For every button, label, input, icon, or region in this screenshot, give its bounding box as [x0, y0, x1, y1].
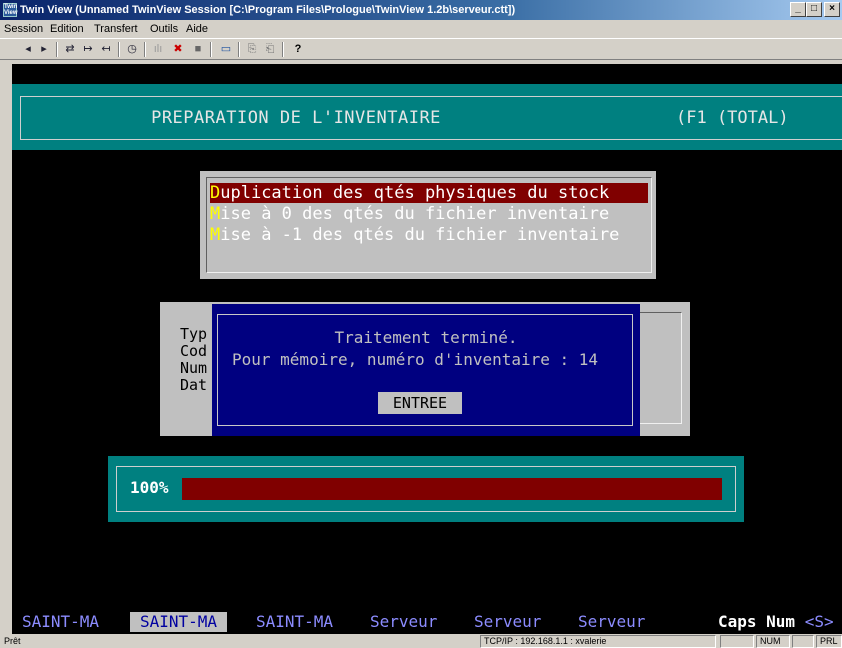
entree-button[interactable]: ENTREE: [378, 392, 462, 414]
status-ready: Prêt: [4, 636, 21, 646]
session-segment[interactable]: Serveur: [360, 612, 447, 632]
inventory-menu: Duplication des qtés physiques du stock …: [200, 171, 656, 279]
progress-panel: 100%: [108, 456, 744, 522]
header-band: PREPARATION DE L'INVENTAIRE (F1 (TOTAL): [12, 84, 842, 150]
caps-num-indicator: Caps Num <S>: [718, 612, 834, 632]
toolbar-separator: [118, 42, 120, 57]
send-icon[interactable]: ↦: [80, 42, 96, 57]
info-label-date: Dat: [180, 376, 208, 394]
menu-option-mise-a-minus-1[interactable]: Mise à -1 des qtés du fichier inventaire: [210, 225, 619, 245]
back-icon[interactable]: ◂: [20, 42, 36, 57]
menu-option-hotkey: M: [210, 225, 221, 245]
window-statusbar: Prêt TCP/IP : 192.168.1.1 : xvalerie NUM…: [0, 634, 842, 648]
progress-percent: 100%: [130, 478, 169, 497]
menu-session[interactable]: Session: [4, 20, 43, 38]
menu-option-mise-a-0[interactable]: Mise à 0 des qtés du fichier inventaire: [210, 204, 609, 224]
signal-icon[interactable]: ılı: [150, 42, 166, 57]
window-titlebar[interactable]: Twin View Twin View (Unnamed TwinView Se…: [0, 0, 842, 20]
caps-num-text: Caps Num: [718, 612, 796, 631]
menu-aide[interactable]: Aide: [186, 20, 208, 38]
minimize-button[interactable]: _: [790, 2, 806, 17]
status-prl: PRL: [816, 635, 842, 648]
terminal-screen[interactable]: PREPARATION DE L'INVENTAIRE (F1 (TOTAL) …: [12, 64, 842, 634]
toolbar-separator: [238, 42, 240, 57]
status-empty-2: [792, 635, 814, 648]
session-segment-active[interactable]: SAINT-MA: [130, 612, 228, 632]
menu-option-label: uplication des qtés physiques du stock: [220, 183, 610, 203]
page-title: PREPARATION DE L'INVENTAIRE: [151, 108, 441, 128]
info-panel-frame: [638, 312, 682, 424]
menu-transfert[interactable]: Transfert: [94, 20, 138, 38]
screen-icon[interactable]: ▭: [218, 42, 234, 57]
toolbar-separator: [144, 42, 146, 57]
toolbar-separator: [210, 42, 212, 57]
status-num: NUM: [756, 635, 790, 648]
copy-icon[interactable]: ⎘: [244, 42, 260, 57]
forward-icon[interactable]: ▸: [36, 42, 52, 57]
toolbar: ◂ ▸ ⇄ ↦ ↤ ◷ ılı ✖ ■ ▭ ⎘ ⎗ ?: [0, 38, 842, 60]
toolbar-separator: [56, 42, 58, 57]
dialog-message: Traitement terminé.: [334, 328, 518, 347]
menu-option-hotkey: M: [210, 204, 221, 224]
info-label-code: Cod: [180, 342, 208, 360]
receive-icon[interactable]: ↤: [98, 42, 114, 57]
progress-track: [182, 478, 722, 500]
session-segment[interactable]: SAINT-MA: [12, 612, 109, 632]
menu-option-label: ise à -1 des qtés du fichier inventaire: [220, 225, 620, 245]
info-label-type: Typ: [180, 325, 208, 343]
progress-fill: [182, 478, 722, 500]
status-connection: TCP/IP : 192.168.1.1 : xvalerie: [480, 635, 716, 648]
menu-option-hotkey: D: [210, 183, 221, 203]
menu-option-label: ise à 0 des qtés du fichier inventaire: [220, 204, 610, 224]
paste-icon[interactable]: ⎗: [262, 42, 278, 57]
twinview-app-icon[interactable]: Twin View: [3, 3, 18, 17]
session-segment[interactable]: Serveur: [568, 612, 655, 632]
maximize-button[interactable]: □: [806, 2, 822, 17]
window-title: Twin View (Unnamed TwinView Session [C:\…: [20, 4, 516, 16]
toolbar-separator: [282, 42, 284, 57]
help-icon[interactable]: ?: [290, 42, 306, 57]
header-mode: (F1 (TOTAL): [676, 108, 789, 128]
stop-icon[interactable]: ■: [190, 42, 206, 57]
disconnect-icon[interactable]: ✖: [170, 42, 186, 57]
session-segment[interactable]: SAINT-MA: [246, 612, 343, 632]
completion-dialog: Traitement terminé. Pour mémoire, numéro…: [212, 304, 640, 436]
menubar: Session Edition Transfert Outils Aide: [0, 20, 842, 38]
menu-outils[interactable]: Outils: [150, 20, 178, 38]
session-segment[interactable]: Serveur: [464, 612, 551, 632]
menu-edition[interactable]: Edition: [50, 20, 84, 38]
caps-suffix: <S>: [804, 612, 834, 631]
dialog-inventory-number: Pour mémoire, numéro d'inventaire : 14: [232, 350, 599, 369]
info-label-numero: Num: [180, 359, 208, 377]
session-status-row: SAINT-MA SAINT-MA SAINT-MA Serveur Serve…: [12, 612, 842, 632]
close-button[interactable]: ×: [824, 2, 840, 17]
menu-option-duplication[interactable]: Duplication des qtés physiques du stock: [210, 183, 648, 203]
connect-icon[interactable]: ⇄: [62, 42, 78, 57]
clock-icon[interactable]: ◷: [124, 42, 140, 57]
status-empty-1: [720, 635, 754, 648]
